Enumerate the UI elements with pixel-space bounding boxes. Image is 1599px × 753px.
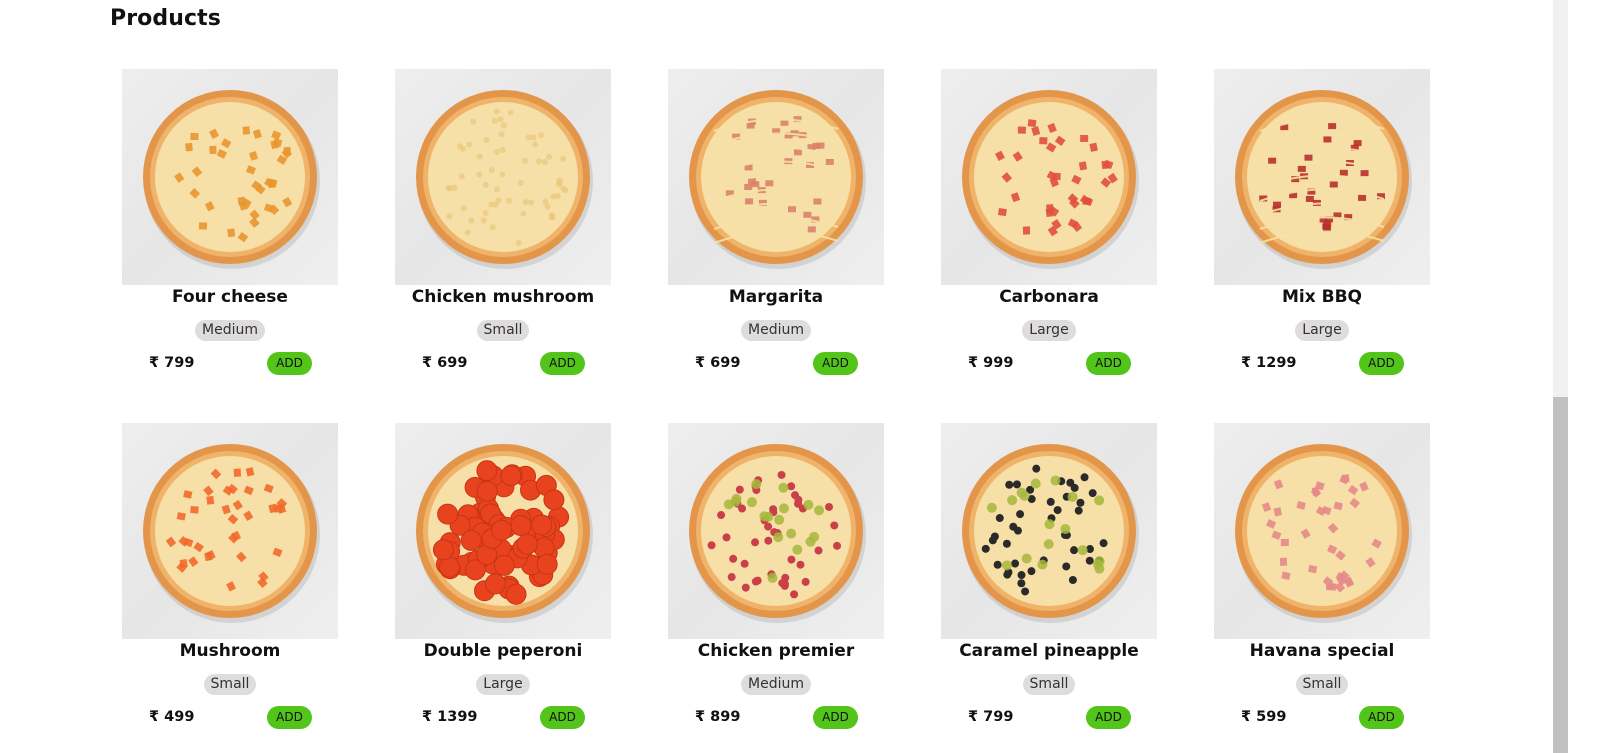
size-row: Small <box>1214 673 1430 695</box>
product-price: ₹ 499 <box>149 709 195 725</box>
product-image <box>1214 69 1430 285</box>
page-title: Products <box>110 6 221 31</box>
product-image <box>941 423 1157 639</box>
size-row: Small <box>941 673 1157 695</box>
product-name: Caramel pineapple <box>959 641 1139 661</box>
product-card: Caramel pineapple Small ₹ 799 ADD <box>941 423 1157 743</box>
size-row: Medium <box>668 673 884 695</box>
pizza-havana-special-icon <box>1235 444 1412 623</box>
product-price: ₹ 799 <box>968 709 1014 725</box>
product-image <box>395 69 611 285</box>
size-row: Large <box>941 319 1157 341</box>
product-name: Carbonara <box>999 287 1099 307</box>
pizza-mix-bbq-icon <box>1235 90 1412 269</box>
product-price: ₹ 699 <box>695 355 741 371</box>
size-row: Small <box>122 673 338 695</box>
add-to-cart-button[interactable]: ADD <box>540 706 585 729</box>
add-to-cart-button[interactable]: ADD <box>540 352 585 375</box>
product-name: Chicken premier <box>697 641 855 661</box>
size-badge: Large <box>476 674 530 695</box>
product-name: Chicken mushroom <box>411 287 595 307</box>
product-card: Chicken premier Medium ₹ 899 ADD <box>668 423 884 743</box>
product-image <box>1214 423 1430 639</box>
product-name: Double peperoni <box>423 641 583 661</box>
add-to-cart-button[interactable]: ADD <box>1359 352 1404 375</box>
size-badge: Small <box>1295 674 1349 695</box>
product-image <box>668 69 884 285</box>
product-card: Carbonara Large ₹ 999 ADD <box>941 69 1157 389</box>
product-name: Havana special <box>1249 641 1395 661</box>
product-price: ₹ 1299 <box>1241 355 1297 371</box>
product-name: Mushroom <box>179 641 281 661</box>
product-name: Mix BBQ <box>1282 287 1362 307</box>
size-row: Medium <box>668 319 884 341</box>
products-page: Products Four cheese Medium ₹ 799 ADD Chicke… <box>0 0 1553 753</box>
product-card: Mix BBQ Large ₹ 1299 ADD <box>1214 69 1430 389</box>
pizza-mushroom-icon <box>143 444 320 623</box>
product-price: ₹ 899 <box>695 709 741 725</box>
pizza-carbonara-icon <box>962 90 1139 269</box>
add-to-cart-button[interactable]: ADD <box>813 706 858 729</box>
size-row: Large <box>395 673 611 695</box>
product-price: ₹ 799 <box>149 355 195 371</box>
product-price: ₹ 1399 <box>422 709 478 725</box>
size-badge: Small <box>1022 674 1076 695</box>
size-badge: Large <box>1295 320 1349 341</box>
product-card: Four cheese Medium ₹ 799 ADD <box>122 69 338 389</box>
scrollbar-thumb[interactable] <box>1553 397 1568 753</box>
pizza-caramel-pineapple-icon <box>962 444 1139 623</box>
pizza-double-peperoni-icon <box>416 444 593 623</box>
size-row: Large <box>1214 319 1430 341</box>
add-to-cart-button[interactable]: ADD <box>1359 706 1404 729</box>
size-badge: Small <box>476 320 530 341</box>
product-card: Double peperoni Large ₹ 1399 ADD <box>395 423 611 743</box>
add-to-cart-button[interactable]: ADD <box>267 352 312 375</box>
pizza-four-cheese-icon <box>143 90 320 269</box>
size-badge: Medium <box>741 320 811 341</box>
product-image <box>122 69 338 285</box>
product-name: Margarita <box>728 287 824 307</box>
product-price: ₹ 999 <box>968 355 1014 371</box>
product-image <box>122 423 338 639</box>
product-image <box>941 69 1157 285</box>
size-badge: Small <box>203 674 257 695</box>
size-row: Medium <box>122 319 338 341</box>
pizza-margarita-icon <box>689 90 866 269</box>
product-name: Four cheese <box>172 287 288 307</box>
size-row: Small <box>395 319 611 341</box>
add-to-cart-button[interactable]: ADD <box>267 706 312 729</box>
product-card: Havana special Small ₹ 599 ADD <box>1214 423 1430 743</box>
size-badge: Medium <box>195 320 265 341</box>
product-image <box>668 423 884 639</box>
window-gutter <box>1568 0 1599 753</box>
add-to-cart-button[interactable]: ADD <box>1086 706 1131 729</box>
add-to-cart-button[interactable]: ADD <box>813 352 858 375</box>
pizza-chicken-premier-icon <box>689 444 866 623</box>
size-badge: Large <box>1022 320 1076 341</box>
product-price: ₹ 599 <box>1241 709 1287 725</box>
product-card: Mushroom Small ₹ 499 ADD <box>122 423 338 743</box>
product-card: Margarita Medium ₹ 699 ADD <box>668 69 884 389</box>
product-image <box>395 423 611 639</box>
add-to-cart-button[interactable]: ADD <box>1086 352 1131 375</box>
product-price: ₹ 699 <box>422 355 468 371</box>
product-card: Chicken mushroom Small ₹ 699 ADD <box>395 69 611 389</box>
size-badge: Medium <box>741 674 811 695</box>
pizza-chicken-mushroom-icon <box>416 90 593 269</box>
